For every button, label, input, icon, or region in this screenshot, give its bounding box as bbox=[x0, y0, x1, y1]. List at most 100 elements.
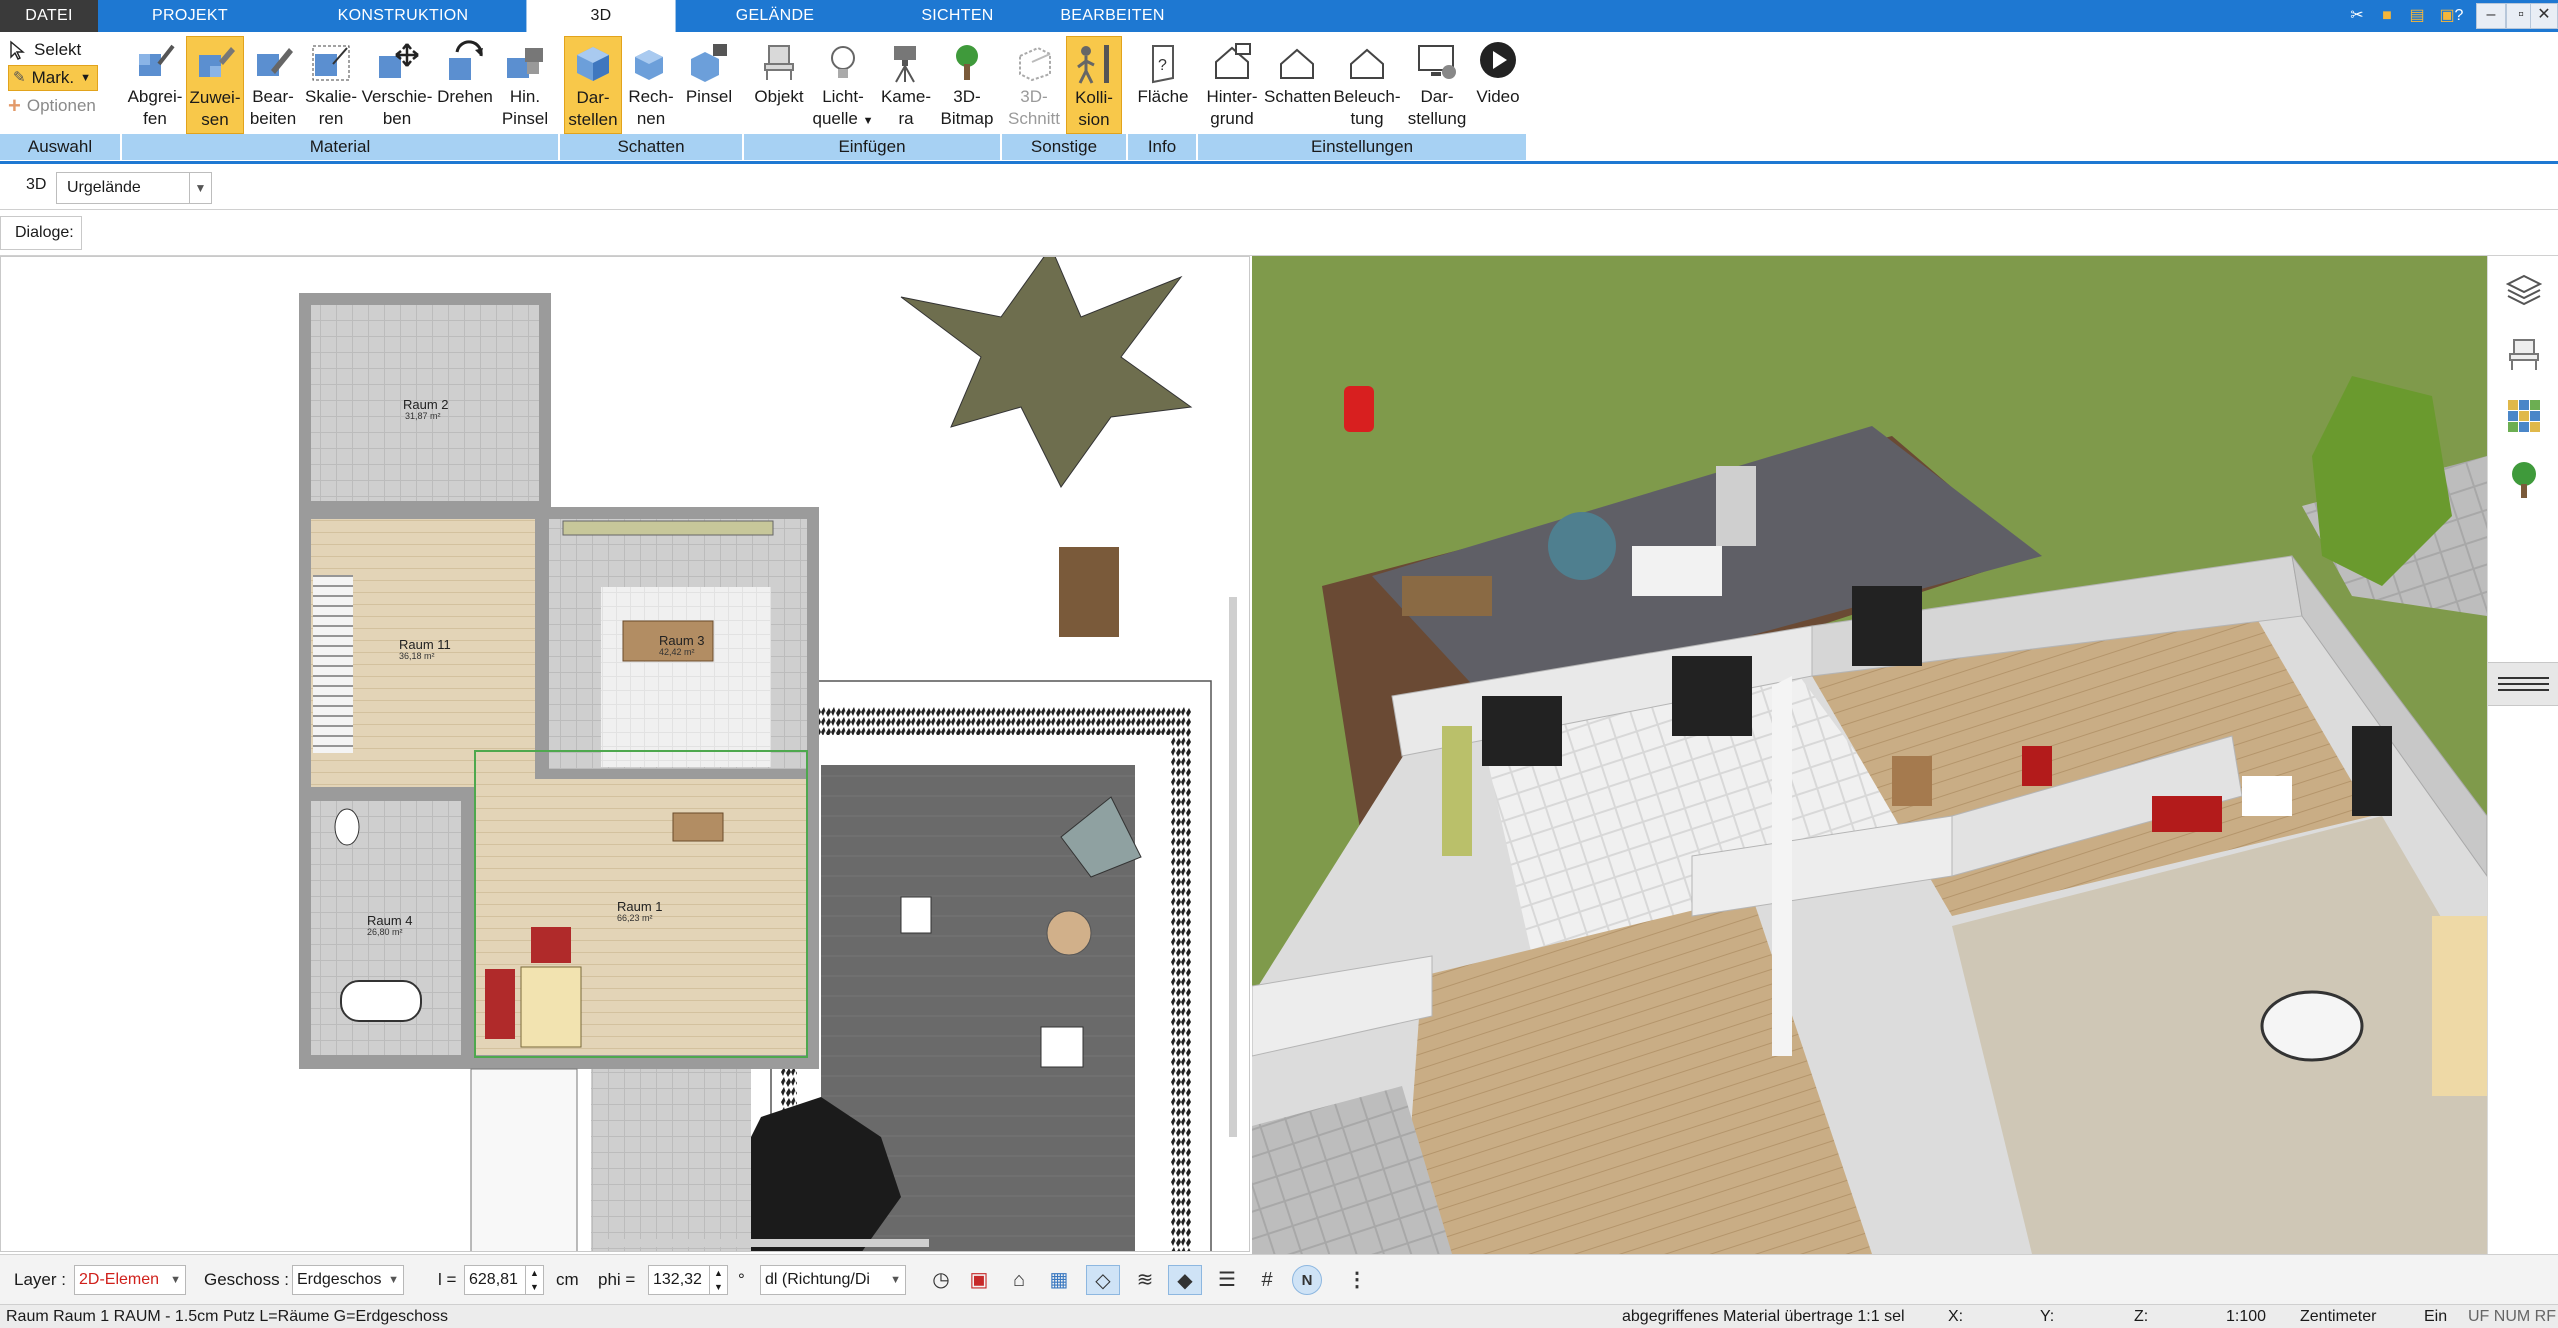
selekt-button[interactable]: Selekt bbox=[8, 37, 81, 63]
3d-schnitt-button[interactable]: 3D- Schnitt bbox=[1004, 36, 1064, 134]
north-icon[interactable]: N bbox=[1292, 1265, 1322, 1295]
zuweisen-label-1: Zuwei- bbox=[189, 88, 241, 107]
hatch-icon[interactable]: ≋ bbox=[1128, 1265, 1162, 1295]
bottom-toolbar: Layer : 2D-Elemen ▼ Geschoss : Erdgescho… bbox=[0, 1254, 2558, 1304]
rechnen-label-1: Rech- bbox=[628, 87, 674, 106]
3d-bitmap-label-2: Bitmap bbox=[940, 109, 994, 128]
grid-icon[interactable]: # bbox=[1250, 1265, 1284, 1295]
3d-bitmap-button[interactable]: 3D- Bitmap bbox=[936, 36, 998, 134]
terrain-dropdown[interactable]: Urgelände ▼ bbox=[56, 172, 212, 204]
tree-catalog-icon[interactable] bbox=[2506, 460, 2542, 500]
horizontal-scrollbar[interactable] bbox=[607, 1239, 929, 1247]
beleuchtung-button[interactable]: Beleuch- tung bbox=[1332, 36, 1402, 134]
layers-icon[interactable] bbox=[2506, 272, 2542, 308]
skalieren-button[interactable]: Skalie- ren bbox=[302, 36, 360, 134]
kollision-button[interactable]: Kolli- sion bbox=[1066, 36, 1122, 134]
ribbon: Selekt ✎ Mark. ▼ + Optionen Abgrei- fen … bbox=[0, 32, 2558, 164]
scale-icon bbox=[312, 45, 350, 81]
tab-bearbeiten[interactable]: BEARBEITEN bbox=[1050, 0, 1175, 32]
layer-dropdown[interactable]: 2D-Elemen ▼ bbox=[74, 1265, 186, 1295]
phi-value: 132,32 bbox=[653, 1271, 702, 1288]
bearbeiten-button[interactable]: Bear- beiten bbox=[244, 36, 302, 134]
3d-scene[interactable] bbox=[1252, 256, 2487, 1254]
3d-schnitt-label-2: Schnitt bbox=[1008, 109, 1060, 128]
room-area-raum-3: 42,42 m² bbox=[659, 647, 695, 657]
bearbeiten-label-1: Bear- bbox=[252, 87, 294, 106]
optionen-button[interactable]: + Optionen bbox=[8, 93, 96, 119]
mark-button[interactable]: ✎ Mark. ▼ bbox=[8, 65, 98, 91]
room-label-raum-2: Raum 2 bbox=[403, 397, 449, 412]
darstellung-button[interactable]: Dar- stellung bbox=[1402, 36, 1472, 134]
kamera-button[interactable]: Kame- ra bbox=[876, 36, 936, 134]
layers-stack-icon[interactable]: ☰ bbox=[1210, 1265, 1244, 1295]
skalieren-label-1: Skalie- bbox=[305, 87, 357, 106]
spinner-icon[interactable]: ▲ ▼ bbox=[709, 1266, 727, 1294]
more-icon[interactable]: ⋮ bbox=[1340, 1265, 1374, 1295]
direction-mode-dropdown[interactable]: dl (Richtung/Di ▼ bbox=[760, 1265, 906, 1295]
3d-bitmap-label-1: 3D- bbox=[953, 87, 981, 106]
lichtquelle-label-2-wrap: quelle ▼ bbox=[810, 108, 876, 132]
geschoss-dropdown[interactable]: Erdgeschos ▼ bbox=[292, 1265, 404, 1295]
house-light-icon bbox=[1350, 48, 1384, 79]
minimize-button[interactable]: – bbox=[2476, 3, 2506, 29]
group-auswahl: Auswahl bbox=[0, 134, 122, 160]
chair-catalog-icon[interactable] bbox=[2506, 336, 2542, 372]
status-info: Raum Raum 1 RAUM - 1.5cm Putz L=Räume G=… bbox=[6, 1308, 448, 1325]
material-palette-icon[interactable] bbox=[2506, 398, 2542, 434]
area-info-icon: ? bbox=[1152, 45, 1174, 84]
floor-plan-view[interactable]: Raum 2 31,87 m² Raum 11 36,18 m² Raum 3 … bbox=[0, 256, 1250, 1252]
zuweisen-button[interactable]: Zuwei- sen bbox=[186, 36, 244, 134]
verschieben-button[interactable]: Verschie- ben bbox=[360, 36, 434, 134]
status-z-label: Z: bbox=[2134, 1308, 2149, 1325]
group-einfuegen: Einfügen bbox=[744, 134, 1002, 160]
geschoss-value: Erdgeschos bbox=[297, 1271, 382, 1288]
house-shadow-icon bbox=[1280, 48, 1314, 79]
tab-3d[interactable]: 3D bbox=[526, 0, 676, 32]
phi-input[interactable]: 132,32 ▲ ▼ bbox=[648, 1265, 728, 1295]
tab-konstruktion[interactable]: KONSTRUKTION bbox=[318, 0, 488, 32]
length-input[interactable]: 628,81 ▲ ▼ bbox=[464, 1265, 544, 1295]
lichtquelle-button[interactable]: Licht- quelle ▼ bbox=[810, 36, 876, 134]
close-button[interactable]: ✕ bbox=[2530, 3, 2558, 29]
folder-icon[interactable]: ■ bbox=[2374, 3, 2400, 29]
3d-view[interactable] bbox=[1252, 256, 2487, 1254]
chair-snap-icon[interactable]: ⌂ bbox=[1002, 1265, 1036, 1295]
status-bar: Raum Raum 1 RAUM - 1.5cm Putz L=Räume G=… bbox=[0, 1304, 2558, 1328]
video-button[interactable]: Video bbox=[1472, 36, 1524, 134]
hin-pinsel-button[interactable]: Hin. Pinsel bbox=[496, 36, 554, 134]
clock-icon[interactable]: ◷ bbox=[924, 1265, 958, 1295]
copy-object-icon[interactable]: ▦ bbox=[1042, 1265, 1076, 1295]
plane-icon[interactable]: ◆ bbox=[1168, 1265, 1202, 1295]
abgreifen-button[interactable]: Abgrei- fen bbox=[120, 36, 190, 134]
darstellung-label-2: stellung bbox=[1407, 109, 1467, 128]
schatten-pinsel-button[interactable]: Pinsel bbox=[680, 36, 738, 134]
monitor-record-icon[interactable]: ▣ bbox=[962, 1265, 996, 1295]
tab-projekt[interactable]: PROJEKT bbox=[130, 0, 250, 32]
kamera-label-1: Kame- bbox=[880, 87, 932, 106]
help-icon[interactable]: ? bbox=[2446, 3, 2472, 29]
floor-plan-drawing[interactable]: Raum 2 31,87 m² Raum 11 36,18 m² Raum 3 … bbox=[1, 257, 1250, 1252]
panel-collapse-handle[interactable] bbox=[2488, 662, 2558, 706]
drehen-button[interactable]: Drehen bbox=[434, 36, 496, 134]
flaeche-button[interactable]: ? Fläche bbox=[1132, 36, 1194, 134]
chair-icon bbox=[764, 45, 794, 80]
phi-unit: ° bbox=[738, 1270, 745, 1289]
terrain-toggle-icon[interactable]: ◇ bbox=[1086, 1265, 1120, 1295]
darstellen-button[interactable]: Dar- stellen bbox=[564, 36, 622, 134]
tab-sichten[interactable]: SICHTEN bbox=[900, 0, 1015, 32]
hintergrund-button[interactable]: Hinter- grund bbox=[1200, 36, 1264, 134]
hamburger-icon bbox=[2498, 677, 2549, 679]
schatten-settings-button[interactable]: Schatten bbox=[1264, 36, 1331, 134]
layer-label: Layer : bbox=[14, 1270, 66, 1289]
spinner-icon[interactable]: ▲ ▼ bbox=[525, 1266, 543, 1294]
verschieben-label-1: Verschie- bbox=[361, 87, 433, 106]
tools-icon[interactable]: ✂ bbox=[2344, 3, 2370, 29]
side-panel bbox=[2487, 256, 2558, 1254]
objekt-button[interactable]: Objekt bbox=[748, 36, 810, 134]
save-icon[interactable]: ▤ bbox=[2404, 3, 2430, 29]
vertical-scrollbar[interactable] bbox=[1229, 597, 1237, 1137]
rechnen-button[interactable]: Rech- nen bbox=[622, 36, 680, 134]
tab-gelaende[interactable]: GELÄNDE bbox=[710, 0, 840, 32]
tab-datei[interactable]: DATEI bbox=[0, 0, 98, 32]
phi-label: phi = bbox=[598, 1270, 636, 1289]
